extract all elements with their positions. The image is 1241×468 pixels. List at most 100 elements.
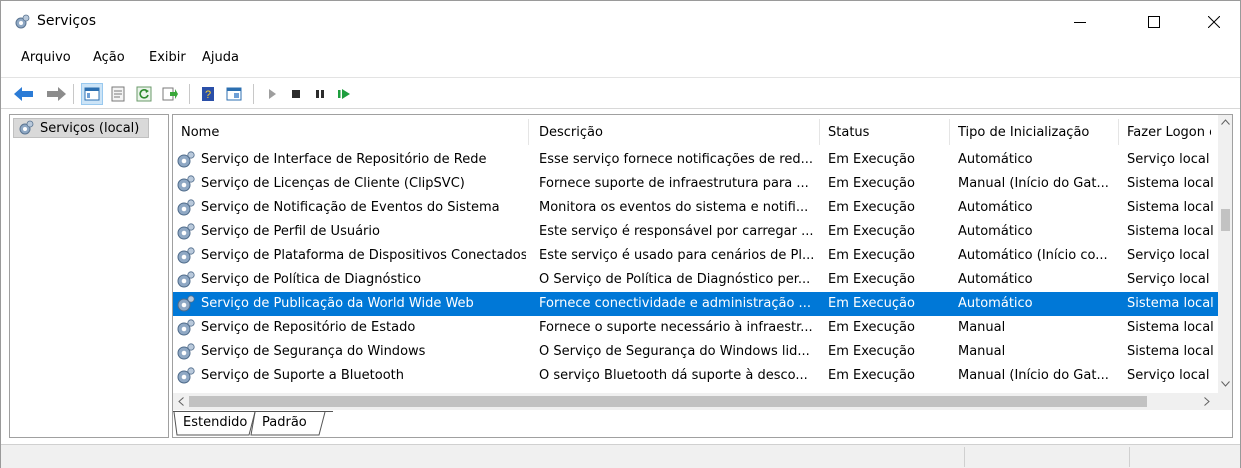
toolbar: ? — [1, 77, 1240, 109]
scroll-left-icon — [178, 397, 184, 406]
status-bar — [1, 444, 1240, 468]
table-row[interactable]: Serviço de Política de Diagnóstico O Serv… — [173, 268, 1218, 292]
service-description: Monitora os eventos do sistema e notifi.… — [539, 200, 809, 215]
service-name: Serviço de Licenças de Cliente (ClipSVC) — [201, 176, 465, 191]
service-startup-type: Manual (Início do Gat... — [958, 368, 1109, 383]
service-startup-type: Automático — [958, 224, 1033, 239]
menu-bar: Arquivo Ação Exibir Ajuda — [1, 50, 1240, 72]
service-logon-as: Serviço local — [1127, 272, 1210, 287]
vertical-scrollbar[interactable] — [1218, 115, 1232, 393]
service-startup-type: Automático (Início co... — [958, 248, 1108, 263]
menu-acao[interactable]: Ação — [93, 50, 125, 65]
close-button[interactable] — [1191, 1, 1237, 43]
horizontal-scrollbar[interactable] — [173, 393, 1232, 410]
table-row[interactable]: Serviço de Repositório de Estado Fornece … — [173, 316, 1218, 340]
service-name: Serviço de Plataforma de Dispositivos Co… — [201, 248, 526, 263]
service-description: Este serviço é usado para cenários de Pl… — [539, 248, 814, 263]
table-row[interactable]: Serviço de Publicação da World Wide Web F… — [173, 292, 1218, 316]
refresh-button[interactable] — [133, 83, 155, 105]
forward-button[interactable] — [45, 83, 67, 105]
services-window: Serviços Arquivo Ação Exibir Ajuda ? Ser… — [0, 0, 1241, 468]
close-icon — [1208, 16, 1220, 28]
stop-service-button[interactable] — [285, 83, 307, 105]
service-gear-icon — [177, 367, 195, 384]
service-status: Em Execução — [828, 344, 915, 359]
restart-service-button[interactable] — [333, 83, 355, 105]
service-startup-type: Manual — [958, 344, 1006, 359]
service-status: Em Execução — [828, 248, 915, 263]
maximize-icon — [1148, 16, 1160, 28]
menu-arquivo[interactable]: Arquivo — [21, 50, 71, 65]
service-status: Em Execução — [828, 176, 915, 191]
service-gear-icon — [177, 175, 195, 192]
services-gear-icon — [19, 120, 34, 135]
table-row[interactable]: Serviço de Licenças de Cliente (ClipSVC)… — [173, 172, 1218, 196]
service-description: O Serviço de Segurança do Windows lid... — [539, 344, 810, 359]
console-tree-pane: Serviços (local) — [9, 114, 169, 438]
tab-estendido[interactable]: Estendido — [183, 412, 247, 434]
start-service-button[interactable] — [261, 83, 283, 105]
menu-exibir[interactable]: Exibir — [149, 50, 186, 65]
stop-service-icon — [292, 90, 300, 98]
services-list-pane: Nome Descrição Status Tipo de Inicializa… — [172, 114, 1233, 438]
menu-ajuda[interactable]: Ajuda — [202, 50, 239, 65]
export-list-button[interactable] — [159, 83, 181, 105]
service-startup-type: Automático — [958, 272, 1033, 287]
service-description: Esse serviço fornece notificações de red… — [539, 152, 814, 167]
service-startup-type: Automático — [958, 152, 1033, 167]
service-name: Serviço de Publicação da World Wide Web — [201, 296, 474, 311]
service-name: Serviço de Política de Diagnóstico — [201, 272, 422, 287]
scroll-up-icon — [1221, 119, 1230, 125]
back-arrow-icon — [14, 87, 33, 101]
service-gear-icon — [177, 151, 195, 168]
tree-item-services-local[interactable]: Serviços (local) — [13, 118, 149, 138]
horizontal-scroll-thumb[interactable] — [189, 396, 1147, 407]
column-header-descricao[interactable]: Descrição — [539, 125, 819, 140]
table-row[interactable]: Serviço de Suporte a Bluetooth O serviço … — [173, 364, 1218, 388]
table-row[interactable]: Serviço de Interface de Repositório de R… — [173, 148, 1218, 172]
start-service-icon — [269, 89, 276, 99]
service-startup-type: Manual (Início do Gat... — [958, 176, 1109, 191]
column-header-status[interactable]: Status — [828, 125, 948, 140]
scroll-right-icon — [1204, 397, 1210, 406]
vertical-scroll-thumb[interactable] — [1221, 209, 1230, 231]
service-logon-as: Serviço local — [1127, 368, 1210, 383]
table-row[interactable]: Serviço de Segurança do Windows O Serviço… — [173, 340, 1218, 364]
column-header-logon[interactable]: Fazer Logon como — [1127, 125, 1211, 140]
service-name: Serviço de Segurança do Windows — [201, 344, 426, 359]
table-row[interactable]: Serviço de Perfil de Usuário Este serviço… — [173, 220, 1218, 244]
properties-button[interactable] — [107, 83, 129, 105]
service-startup-type: Automático — [958, 200, 1033, 215]
service-status: Em Execução — [828, 296, 915, 311]
view-icon — [226, 87, 242, 101]
show-console-tree-button[interactable] — [81, 83, 103, 105]
service-description: Fornece conectividade e administração ..… — [539, 296, 811, 311]
service-logon-as: Sistema local — [1127, 176, 1214, 191]
help-button[interactable]: ? — [197, 83, 219, 105]
services-gear-icon — [15, 14, 30, 29]
service-logon-as: Sistema local — [1127, 344, 1214, 359]
service-name: Serviço de Interface de Repositório de R… — [201, 152, 487, 167]
service-startup-type: Automático — [958, 296, 1033, 311]
view-button[interactable] — [223, 83, 245, 105]
column-header-tipo-inicializacao[interactable]: Tipo de Inicialização — [958, 125, 1118, 140]
service-logon-as: Serviço local — [1127, 248, 1210, 263]
service-description: O serviço Bluetooth dá suporte à desco..… — [539, 368, 808, 383]
minimize-button[interactable] — [1057, 1, 1103, 43]
service-logon-as: Sistema local — [1127, 320, 1214, 335]
scroll-down-icon — [1221, 381, 1230, 387]
service-description: Fornece suporte de infraestrutura para .… — [539, 176, 809, 191]
service-gear-icon — [177, 295, 195, 312]
service-status: Em Execução — [828, 368, 915, 383]
column-header-nome[interactable]: Nome — [181, 125, 521, 140]
properties-icon — [111, 86, 125, 102]
back-button[interactable] — [13, 83, 35, 105]
pause-service-button[interactable] — [309, 83, 331, 105]
table-row[interactable]: Serviço de Notificação de Eventos do Sis… — [173, 196, 1218, 220]
service-logon-as: Sistema local — [1127, 224, 1214, 239]
table-row[interactable]: Serviço de Plataforma de Dispositivos Co… — [173, 244, 1218, 268]
maximize-button[interactable] — [1131, 1, 1177, 43]
export-list-icon — [162, 87, 178, 101]
tab-padrao[interactable]: Padrão — [262, 412, 307, 434]
tree-item-label: Serviços (local) — [40, 120, 140, 136]
